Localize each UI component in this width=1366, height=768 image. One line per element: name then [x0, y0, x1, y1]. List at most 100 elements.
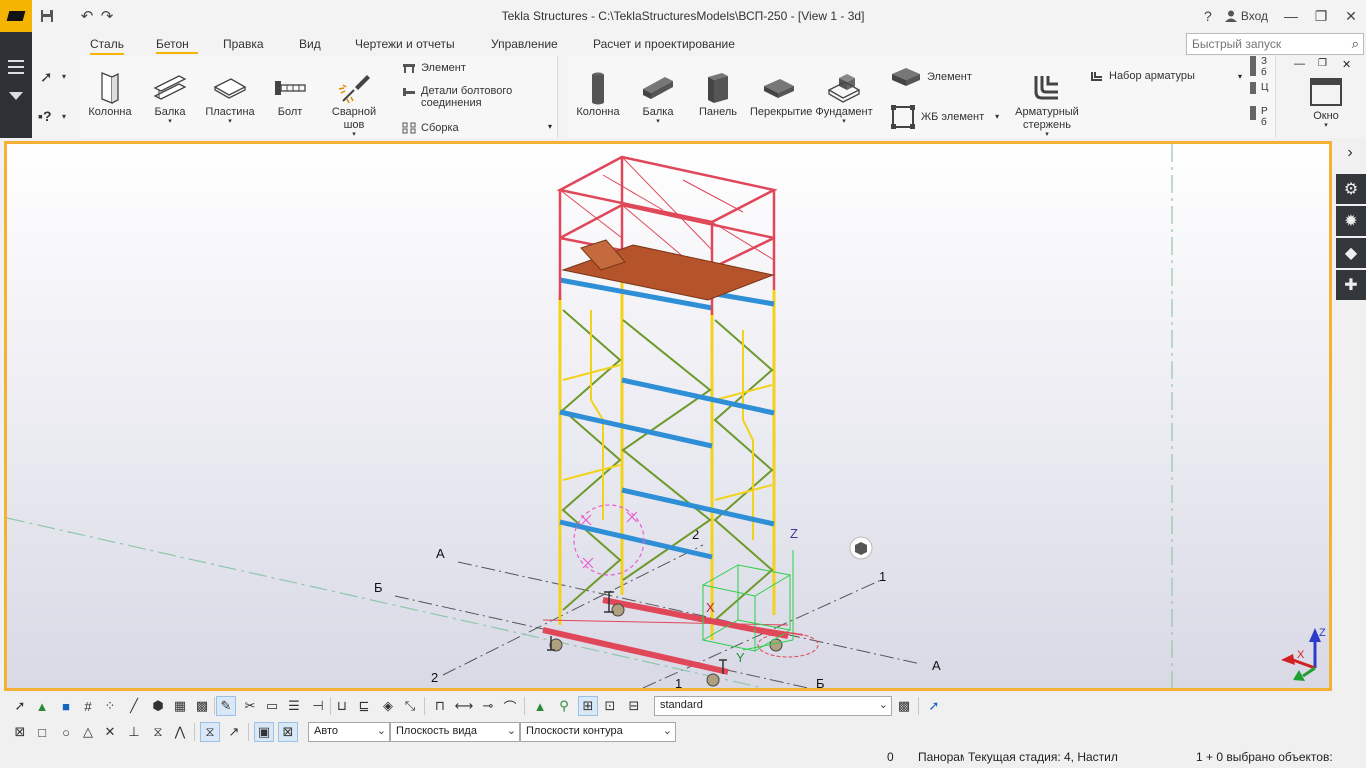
- select-object-icon[interactable]: ■: [56, 696, 76, 716]
- model-scene[interactable]: А Б 2 2 1 А 1 Б Z X Y Z X: [7, 144, 1329, 688]
- close-button[interactable]: ✕: [1336, 0, 1366, 32]
- login-button[interactable]: Вход: [1221, 9, 1276, 23]
- plane-select[interactable]: Плоскость вида ⌄: [390, 722, 520, 742]
- window-button[interactable]: Окно ▾: [1298, 74, 1354, 129]
- doc-minimize-button[interactable]: —: [1294, 58, 1305, 70]
- undo-icon[interactable]: ↶: [78, 7, 96, 25]
- select-all-icon[interactable]: ➚: [10, 696, 30, 716]
- select-bolt-group-icon[interactable]: ☰: [284, 696, 304, 716]
- select-part-icon[interactable]: ▲: [32, 696, 52, 716]
- weld-button[interactable]: Сварной шов ▾: [322, 70, 386, 138]
- select-rebar-icon[interactable]: ⊔: [332, 696, 352, 716]
- select-objects-in-assemblies-icon[interactable]: ⊡: [600, 696, 620, 716]
- select-cut-icon[interactable]: ✂: [240, 696, 260, 716]
- contour-select[interactable]: Плоскости контура ⌄: [520, 722, 676, 742]
- help-icon[interactable]: ?: [1195, 0, 1221, 32]
- select-assemblies-icon[interactable]: ⊞: [578, 696, 598, 716]
- plate-button[interactable]: Пластина ▾: [202, 70, 258, 125]
- pick-filter-icon[interactable]: ➚: [924, 696, 944, 716]
- steel-column-button[interactable]: Колонна: [82, 70, 138, 119]
- select-points-icon[interactable]: ⁘: [100, 696, 120, 716]
- doc-restore-button[interactable]: ❐: [1318, 58, 1327, 69]
- snap-grid-points-icon[interactable]: ▣: [254, 722, 274, 742]
- properties-gear-icon[interactable]: ⚙: [1336, 174, 1366, 204]
- selection-filter-select[interactable]: standard ⌄: [654, 696, 892, 716]
- snap-override-icon[interactable]: ⊠: [278, 722, 298, 742]
- bolt-button[interactable]: Болт: [262, 70, 318, 119]
- snap-perpendicular-icon[interactable]: ⊥: [124, 722, 144, 742]
- rebar-button[interactable]: Арматурный стержень ▾: [1008, 70, 1086, 138]
- snap-geometry-icon[interactable]: □: [32, 722, 52, 742]
- snap-ref-points-icon[interactable]: ⊠: [10, 722, 30, 742]
- snap-midpoint-icon[interactable]: ⊸: [478, 696, 498, 716]
- chevron-down-icon[interactable]: ▾: [62, 112, 66, 121]
- select-reference-icon[interactable]: ▩: [192, 696, 212, 716]
- view-cube-icon[interactable]: [849, 536, 873, 560]
- select-grid-lines-icon[interactable]: ▦: [170, 696, 190, 716]
- concrete-element-button[interactable]: Элемент: [890, 66, 972, 88]
- select-weld-icon[interactable]: ✎: [216, 696, 236, 716]
- tab-concrete[interactable]: Бетон: [156, 37, 189, 51]
- menu-icon[interactable]: [8, 60, 24, 78]
- tab-view[interactable]: Вид: [299, 37, 321, 51]
- selected-component[interactable]: [701, 564, 792, 652]
- inquire-icon[interactable]: ▪?: [38, 108, 52, 124]
- platform-deck[interactable]: [561, 239, 775, 301]
- rebar-set-button[interactable]: Набор арматуры: [1090, 70, 1195, 82]
- select-bolt-icon[interactable]: ⊣: [308, 696, 328, 716]
- quick-launch-input[interactable]: [1187, 34, 1337, 54]
- quick-launch[interactable]: ⌕: [1186, 33, 1364, 55]
- snap-intersection-icon[interactable]: ✕: [100, 722, 120, 742]
- concrete-column-button[interactable]: Колонна: [570, 70, 626, 119]
- search-icon[interactable]: ⌕: [1352, 36, 1359, 52]
- assembly-button[interactable]: Сборка: [402, 122, 459, 134]
- clip-item-2[interactable]: Ц: [1250, 82, 1272, 94]
- snap-free-icon[interactable]: ↗: [224, 722, 244, 742]
- save-icon[interactable]: [38, 7, 56, 25]
- steel-more-dropdown[interactable]: ▾: [548, 122, 552, 131]
- select-objects-in-components-icon[interactable]: ⚲: [554, 696, 574, 716]
- doc-close-button[interactable]: ✕: [1342, 58, 1351, 71]
- menu-collapse-icon[interactable]: [9, 92, 23, 100]
- applications-icon[interactable]: ✚: [1336, 270, 1366, 300]
- tab-analysis-design[interactable]: Расчет и проектирование: [593, 37, 735, 51]
- snap-line-icon[interactable]: ⟷: [454, 696, 474, 716]
- snap-mode-select[interactable]: Авто ⌄: [308, 722, 390, 742]
- snap-center-icon[interactable]: ○: [56, 722, 76, 742]
- slab-button[interactable]: Перекрытие: [750, 70, 812, 119]
- chevron-right-icon[interactable]: ›: [1342, 144, 1358, 164]
- steel-beam-button[interactable]: Балка ▾: [142, 70, 198, 125]
- snap-arc-icon[interactable]: ⌒: [500, 696, 520, 716]
- snap-end-icon[interactable]: ⧖: [148, 722, 168, 742]
- select-rebar-set-icon[interactable]: ⊑: [354, 696, 374, 716]
- tekla-logo[interactable]: [0, 0, 32, 32]
- snap-line-ends-icon[interactable]: ⧖: [200, 722, 220, 742]
- tab-drawings-reports[interactable]: Чертежи и отчеты: [355, 37, 455, 51]
- footing-button[interactable]: Фундамент ▾: [812, 70, 876, 125]
- select-line-icon[interactable]: ╱: [124, 696, 144, 716]
- tab-edit[interactable]: Правка: [223, 37, 264, 51]
- chevron-down-icon[interactable]: ▾: [62, 72, 66, 81]
- restore-button[interactable]: ❐: [1306, 0, 1336, 32]
- rc-element-button[interactable]: ЖБ элемент ▾: [890, 104, 999, 130]
- select-components-icon[interactable]: ▲: [530, 696, 550, 716]
- snap-reference-icon[interactable]: ⊓: [430, 696, 450, 716]
- select-arrow-icon[interactable]: ➚: [40, 68, 53, 86]
- redo-icon[interactable]: ↷: [98, 7, 116, 25]
- settings-icon[interactable]: ✹: [1336, 206, 1366, 236]
- filter-settings-icon[interactable]: ▩: [894, 696, 914, 716]
- snap-nearest-icon[interactable]: ⋀: [170, 722, 190, 742]
- minimize-button[interactable]: —: [1276, 0, 1306, 32]
- select-nested-icon[interactable]: ⊟: [624, 696, 644, 716]
- select-edge-icon[interactable]: ⤡: [400, 696, 420, 716]
- steel-element-button[interactable]: Элемент: [402, 62, 466, 74]
- snap-triangle-icon[interactable]: △: [78, 722, 98, 742]
- catalog-cube-icon[interactable]: ◆: [1336, 238, 1366, 268]
- chevron-down-icon[interactable]: ▾: [1238, 72, 1242, 81]
- 3d-view[interactable]: А Б 2 2 1 А 1 Б Z X Y Z X: [4, 141, 1332, 691]
- concrete-beam-button[interactable]: Балка ▾: [630, 70, 686, 125]
- clip-item-1[interactable]: З б: [1250, 56, 1272, 78]
- tab-steel[interactable]: Сталь: [90, 37, 124, 55]
- tab-manage[interactable]: Управление: [491, 37, 558, 51]
- select-surface-icon[interactable]: ◈: [378, 696, 398, 716]
